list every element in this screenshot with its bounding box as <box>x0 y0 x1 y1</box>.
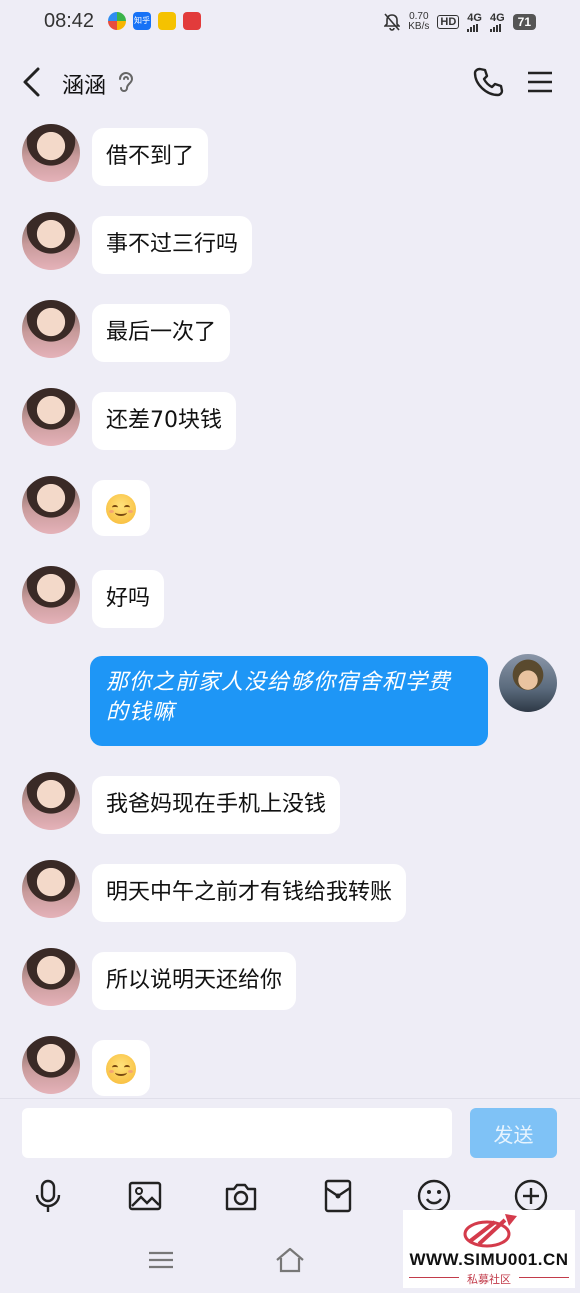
contact-name: 涵涵 <box>62 74 107 99</box>
camera-icon[interactable] <box>223 1178 259 1214</box>
smile-emoji-icon <box>106 1053 136 1084</box>
message-bubble[interactable]: 借不到了 <box>92 128 209 186</box>
contact-avatar[interactable] <box>22 124 80 182</box>
battery-level: 71 <box>512 14 536 30</box>
status-app-icons: 知乎 <box>108 12 201 30</box>
message-bubble[interactable]: 好吗 <box>92 570 165 628</box>
watermark-logo <box>463 1214 517 1248</box>
contact-avatar[interactable] <box>22 1036 80 1094</box>
menu-nav-icon[interactable] <box>145 1244 177 1276</box>
back-icon[interactable] <box>18 66 46 98</box>
mute-icon <box>384 13 401 31</box>
watermark: WWW.SIMU001.CN 私募社区 <box>403 1210 575 1288</box>
contact-avatar[interactable] <box>22 212 80 270</box>
contact-avatar[interactable] <box>22 948 80 1006</box>
red-app-icon <box>183 12 201 30</box>
signal-bars-1 <box>467 23 479 32</box>
contact-avatar[interactable] <box>22 860 80 918</box>
input-bar: 发送 <box>0 1098 580 1170</box>
message-input[interactable] <box>22 1108 452 1158</box>
message-bubble[interactable]: 还差70块钱 <box>92 392 236 450</box>
plus-icon[interactable] <box>513 1178 549 1214</box>
contact-avatar[interactable] <box>22 300 80 358</box>
phone-icon[interactable] <box>472 66 504 98</box>
message-bubble[interactable]: 最后一次了 <box>92 304 231 362</box>
watermark-cn: 私募社区 <box>467 1273 511 1286</box>
message-bubble[interactable]: 我爸妈现在手机上没钱 <box>92 776 341 834</box>
hd-badge: HD <box>437 15 460 29</box>
message-bubble[interactable]: 明天中午之前才有钱给我转账 <box>92 864 407 922</box>
signal-1: 4G <box>467 12 482 32</box>
microphone-icon[interactable] <box>30 1178 66 1214</box>
red-packet-icon[interactable] <box>320 1178 356 1214</box>
status-time: 08:42 <box>44 10 95 32</box>
my-avatar[interactable] <box>499 654 557 712</box>
contact-avatar[interactable] <box>22 476 80 534</box>
status-bar: 08:42 知乎 0.70 KB/s HD 4G 4G 71 <box>0 0 580 46</box>
emoji-icon[interactable] <box>416 1178 452 1214</box>
smile-emoji-icon <box>106 493 136 524</box>
message-list[interactable]: 借不到了 事不过三行吗 最后一次了 还差70块钱 好吗 那你之前家人没给够你宿舍… <box>0 118 580 1098</box>
signal-bars-2 <box>489 23 501 32</box>
zhihu-icon: 知乎 <box>133 12 151 30</box>
menu-icon[interactable] <box>527 70 553 94</box>
app-badge-icon <box>158 12 176 30</box>
message-bubble[interactable]: 所以说明天还给你 <box>92 952 297 1010</box>
watermark-site: WWW.SIMU001.CN <box>409 1250 569 1269</box>
contact-avatar[interactable] <box>22 566 80 624</box>
message-bubble[interactable] <box>92 480 150 536</box>
home-nav-icon[interactable] <box>274 1244 306 1276</box>
browser-icon <box>108 12 126 30</box>
net-speed: 0.70 KB/s <box>408 11 430 32</box>
send-button[interactable]: 发送 <box>470 1108 557 1158</box>
my-message-bubble[interactable]: 那你之前家人没给够你宿舍和学费的钱嘛 <box>90 656 488 746</box>
ear-icon[interactable] <box>116 70 136 94</box>
message-bubble[interactable]: 事不过三行吗 <box>92 216 253 274</box>
contact-avatar[interactable] <box>22 772 80 830</box>
image-icon[interactable] <box>127 1178 163 1214</box>
status-indicators: 0.70 KB/s HD 4G 4G 71 <box>384 12 536 32</box>
message-bubble[interactable] <box>92 1040 150 1096</box>
contact-avatar[interactable] <box>22 388 80 446</box>
chat-header: 涵涵 <box>0 46 580 118</box>
signal-2: 4G <box>489 12 505 32</box>
